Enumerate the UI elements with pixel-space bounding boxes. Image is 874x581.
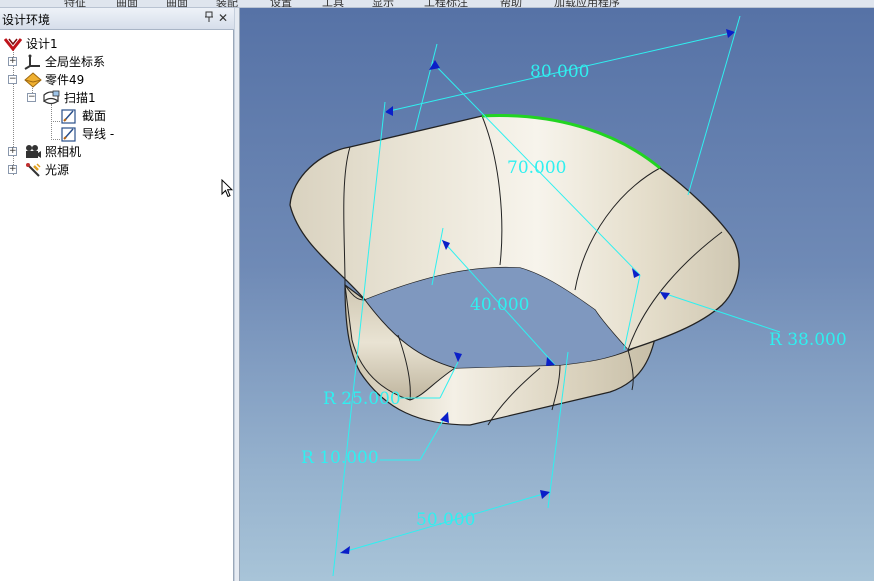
tree-node-camera[interactable]: + 照相机 [8,143,208,161]
menu-item[interactable]: 帮助 [500,0,522,7]
tree-line [51,121,60,122]
panel-header: 设计环境 ✕ [0,8,234,30]
menu-item[interactable]: 特征 [64,0,86,7]
pin-icon[interactable] [203,11,215,25]
menu-item[interactable]: 加载应用程序 [554,0,620,7]
dimension-50[interactable]: 50.000 [416,510,475,530]
tree-label-camera: 照相机 [45,145,82,159]
tree-node-root[interactable]: 设计1 [3,35,204,53]
tree-line [51,139,60,140]
tree-node-global-coords[interactable]: + 全局坐标系 [8,53,208,71]
3d-viewport[interactable]: 80.000 70.000 40.000 R 38.000 R 25.000 R… [240,8,874,581]
expand-plus-icon[interactable]: + [8,147,17,156]
sweep-icon [41,89,61,111]
expand-plus-icon[interactable]: + [8,57,17,66]
menu-item[interactable]: 设置 [270,0,292,7]
close-icon[interactable]: ✕ [217,11,229,25]
dimension-r38[interactable]: R 38.000 [769,330,847,350]
mouse-cursor-icon [221,178,234,201]
model-drawing: 80.000 70.000 40.000 R 38.000 R 25.000 R… [289,15,847,577]
tree-node-section[interactable]: 截面 [61,107,221,125]
dimension-80[interactable]: 80.000 [530,62,589,82]
dimension-r10[interactable]: R 10.000 [301,448,379,468]
menu-item[interactable]: 工具 [322,0,344,7]
design-environment-panel: 设计环境 ✕ 设计1 + 全局坐标系 − 零件49 − 扫描1 截面 导线 - … [0,8,234,581]
tree-label-part: 零件49 [45,73,85,87]
design-tree: 设计1 + 全局坐标系 − 零件49 − 扫描1 截面 导线 - + 照相机 +… [0,31,232,580]
tree-label-guide: 导线 - [82,127,115,141]
tree-label-sweep: 扫描1 [64,91,96,105]
panel-title: 设计环境 [2,13,51,27]
collapse-minus-icon[interactable]: − [8,75,17,84]
menu-item[interactable]: 曲面 [116,0,138,7]
tree-label-global-coords: 全局坐标系 [45,55,106,69]
tree-node-sweep[interactable]: − 扫描1 [27,89,207,107]
menu-item[interactable]: 工程标注 [424,0,468,7]
expand-plus-icon[interactable]: + [8,165,17,174]
tree-node-guide[interactable]: 导线 - [61,125,221,143]
menu-item[interactable]: 显示 [372,0,394,7]
tree-node-light[interactable]: + 光源 [8,161,208,179]
menu-item[interactable]: 装配 [216,0,238,7]
dimension-70[interactable]: 70.000 [507,158,566,178]
dimension-40[interactable]: 40.000 [470,295,529,315]
menu-bar: 特征 曲面 曲面 装配 设置 工具 显示 工程标注 帮助 加载应用程序 [0,0,874,8]
dimension-r25[interactable]: R 25.000 [323,389,401,409]
tree-label-section: 截面 [82,109,107,123]
tree-label-root: 设计1 [26,37,58,51]
menu-item[interactable]: 曲面 [166,0,188,7]
tree-node-part[interactable]: − 零件49 [8,71,208,89]
light-icon [24,162,42,183]
collapse-minus-icon[interactable]: − [27,93,36,102]
tree-label-light: 光源 [45,163,70,177]
